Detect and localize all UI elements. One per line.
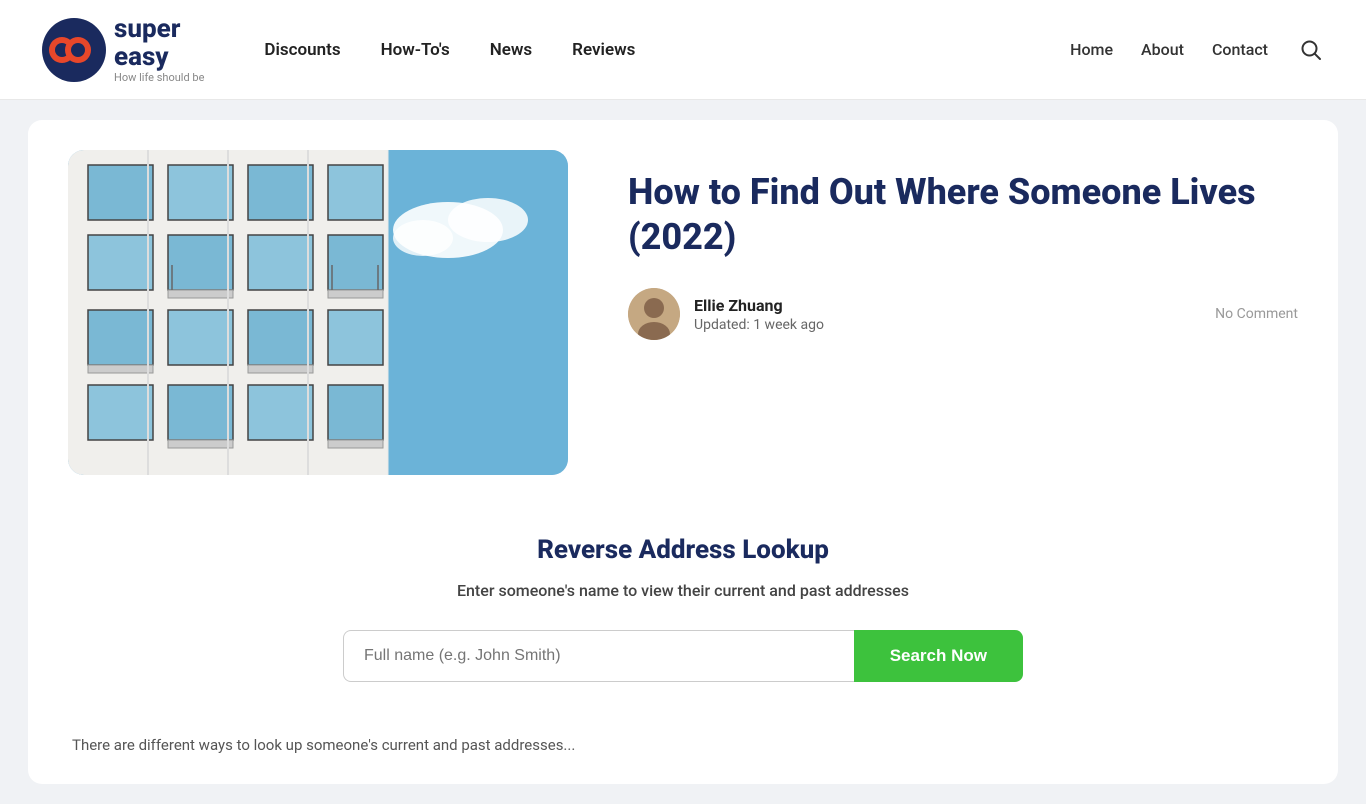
nav-discounts[interactable]: Discounts [264,40,340,60]
nav-home[interactable]: Home [1070,40,1113,59]
bottom-hint-text: There are different ways to look up some… [68,736,1298,754]
author-info: Ellie Zhuang Updated: 1 week ago [694,296,824,333]
name-search-input[interactable] [343,630,854,682]
article-title: How to Find Out Where Someone Lives (202… [628,170,1298,260]
author-name: Ellie Zhuang [694,296,824,315]
search-now-button[interactable]: Search Now [854,630,1023,682]
hero-image [68,150,568,475]
hero-building-svg [68,150,568,475]
logo-tagline: How life should be [114,72,204,84]
nav-about[interactable]: About [1141,40,1184,59]
logo-link[interactable]: super easy How life should be [40,15,204,84]
lookup-widget: Reverse Address Lookup Enter someone's n… [68,525,1298,712]
nav-contact[interactable]: Contact [1212,40,1268,59]
logo-brand-super: super [114,15,204,44]
site-header: super easy How life should be Discounts … [0,0,1366,100]
nav-reviews[interactable]: Reviews [572,40,635,60]
author-date: Updated: 1 week ago [694,317,824,333]
logo-brand-easy: easy [114,43,204,72]
lookup-subtitle: Enter someone's name to view their curre… [88,581,1278,600]
author-row: Ellie Zhuang Updated: 1 week ago No Comm… [628,288,1298,340]
right-nav: Home About Contact [1070,35,1326,65]
logo-text: super easy How life should be [114,15,204,84]
logo-icon [40,16,108,84]
avatar-image [628,288,680,340]
main-content: How to Find Out Where Someone Lives (202… [0,100,1366,804]
hero-section: How to Find Out Where Someone Lives (202… [68,150,1298,475]
lookup-form: Search Now [343,630,1023,682]
hero-text: How to Find Out Where Someone Lives (202… [628,150,1298,340]
search-icon [1300,39,1322,61]
lookup-title: Reverse Address Lookup [88,535,1278,565]
main-nav: Discounts How-To's News Reviews [264,40,1070,60]
nav-news[interactable]: News [490,40,532,60]
search-toggle-button[interactable] [1296,35,1326,65]
author-avatar [628,288,680,340]
no-comment-label: No Comment [1215,306,1298,322]
content-card: How to Find Out Where Someone Lives (202… [28,120,1338,784]
nav-howtos[interactable]: How-To's [381,40,450,60]
